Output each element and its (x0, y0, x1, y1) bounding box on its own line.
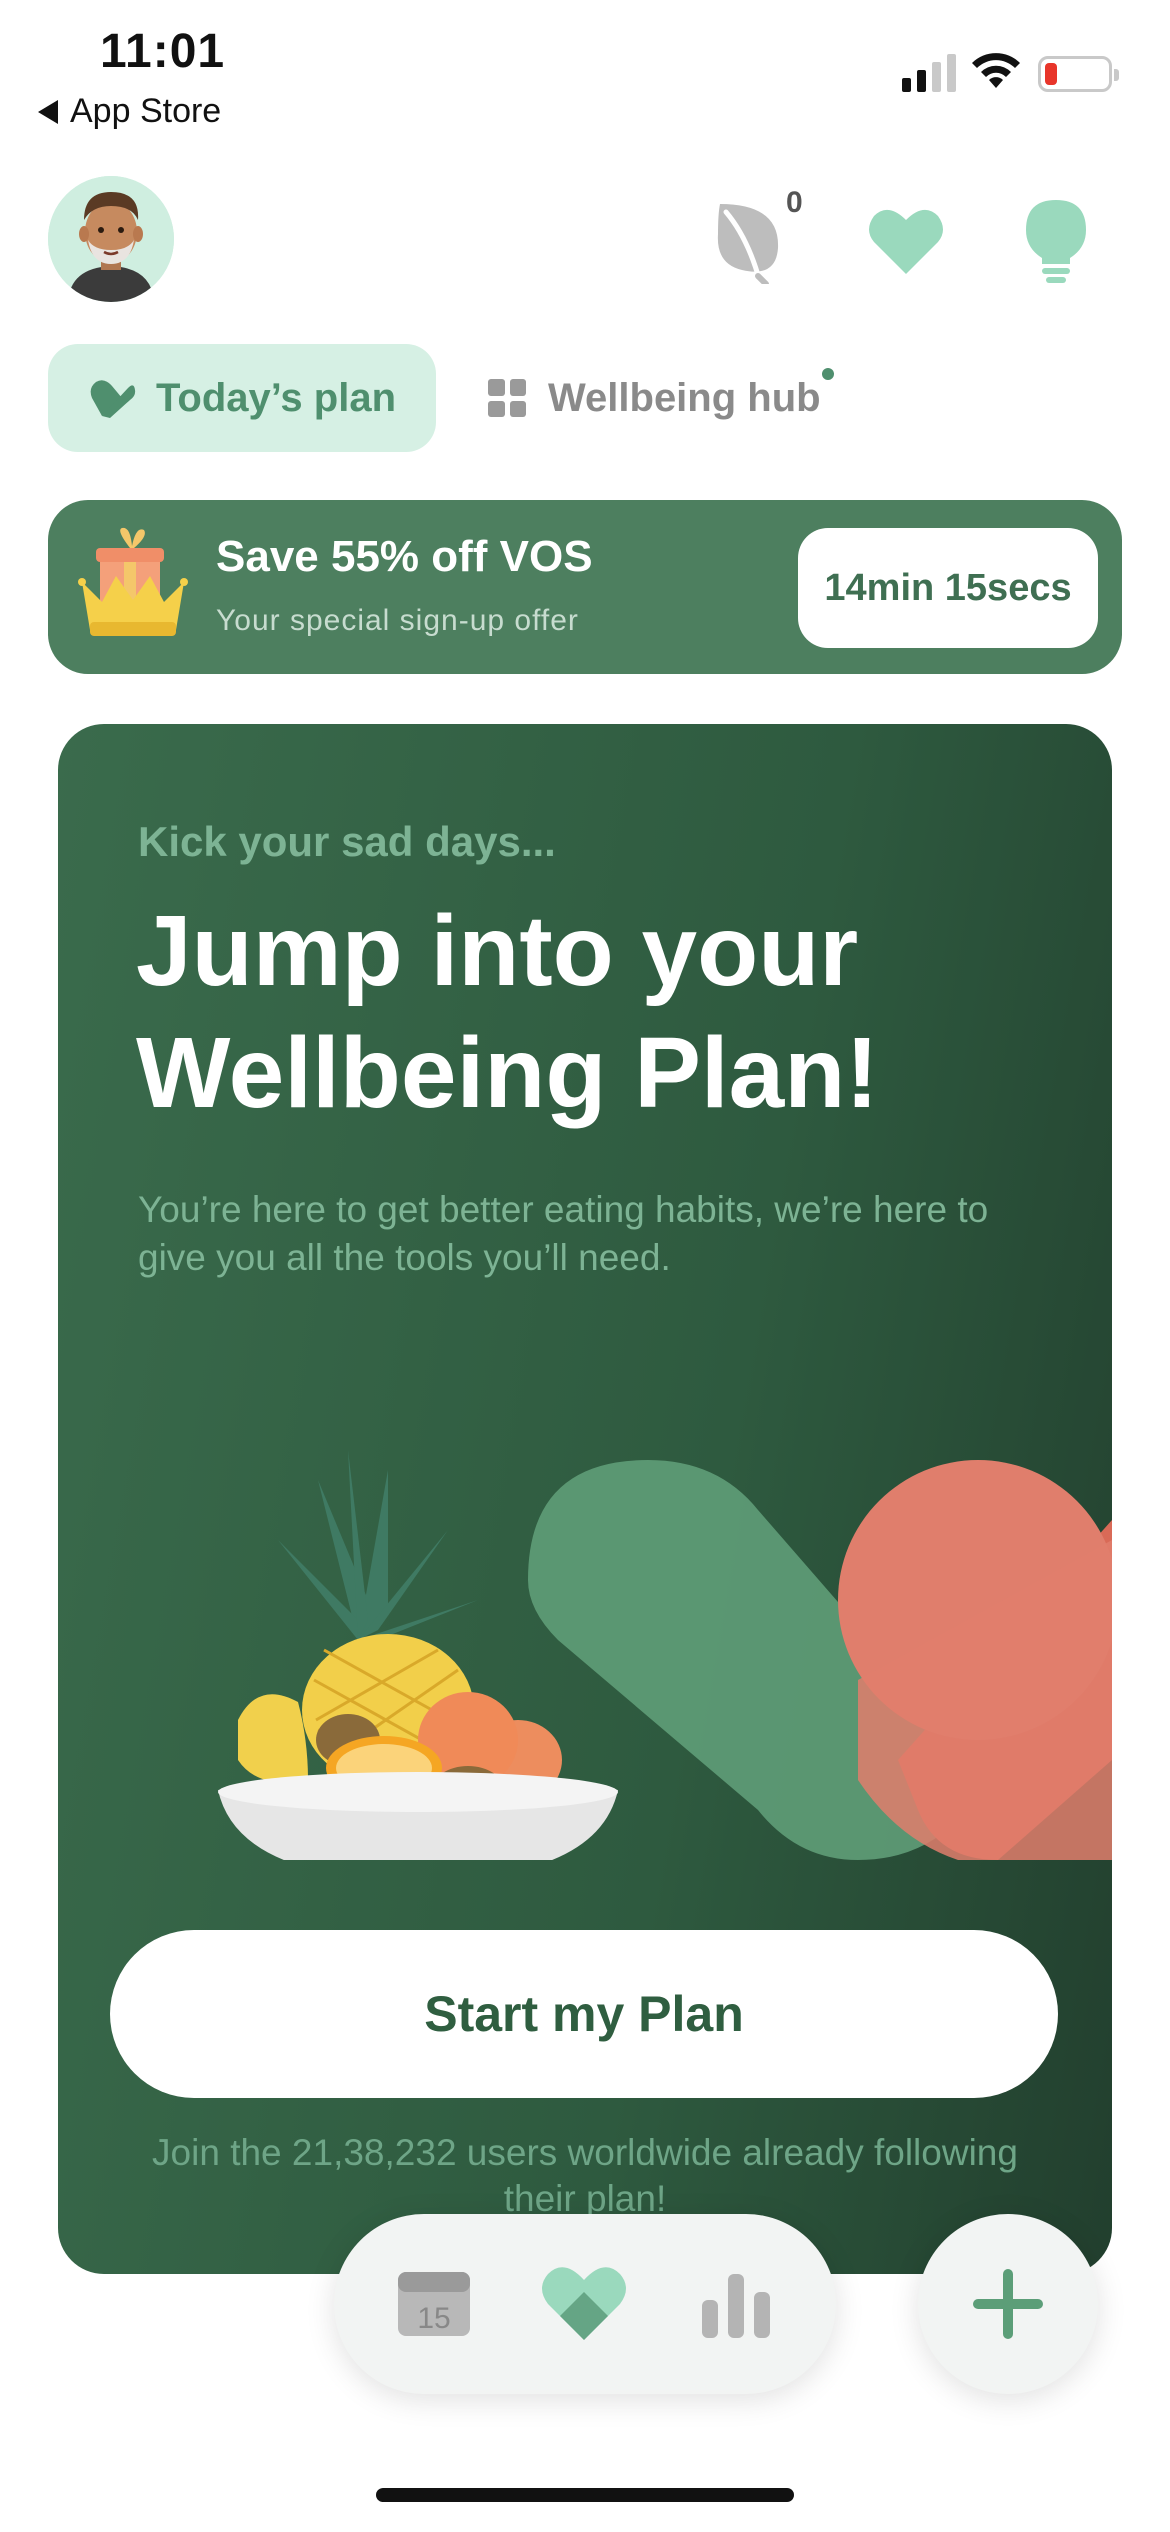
plan-kicker: Kick your sad days... (138, 818, 556, 865)
calendar-day: 15 (417, 2302, 450, 2335)
join-users-text: Join the 21,38,232 users worldwide alrea… (152, 2132, 1018, 2214)
calendar-icon[interactable]: 15 (396, 2270, 472, 2338)
battery-icon (1038, 56, 1119, 92)
back-to-app-store[interactable]: App Store (38, 92, 221, 131)
lightbulb-icon[interactable] (1024, 198, 1088, 284)
plan-headline: Jump into your Wellbeing Plan! (136, 895, 879, 1129)
cellular-signal-icon (902, 52, 956, 92)
back-triangle-icon (38, 99, 58, 124)
start-plan-button[interactable]: Start my Plan (110, 1930, 1058, 2098)
plus-icon (973, 2269, 1043, 2339)
tab-label: Wellbeing hub (548, 375, 821, 420)
home-indicator (376, 2488, 794, 2502)
back-app-label: App Store (70, 92, 222, 130)
gift-crown-icon (78, 527, 188, 636)
offer-countdown: 14min 15secs (798, 528, 1098, 648)
offer-title: Save 55% off VOS (216, 532, 593, 581)
heart-icon[interactable] (540, 2262, 628, 2342)
notification-dot (822, 368, 834, 380)
add-button[interactable] (918, 2214, 1098, 2394)
tab-label: Today’s plan (155, 375, 397, 420)
tab-todays-plan[interactable]: Today’s plan (48, 344, 436, 452)
plan-description: You’re here to get better eating habits,… (138, 1189, 989, 1278)
leaf-icon[interactable] (712, 198, 784, 284)
leaf-count: 0 (786, 186, 803, 219)
tab-wellbeing-hub[interactable]: Wellbeing hub (488, 344, 848, 452)
fruit-bowl-hearts-illustration (218, 1450, 1112, 1860)
heart-icon[interactable] (868, 206, 944, 276)
heart-check-icon (90, 380, 136, 418)
grid-icon (488, 379, 526, 417)
avatar[interactable] (48, 176, 174, 302)
stats-icon[interactable] (700, 2270, 772, 2338)
offer-subtitle: Your special sign-up offer (216, 604, 579, 637)
status-time: 11:01 (100, 25, 226, 78)
wifi-icon (972, 53, 1020, 88)
